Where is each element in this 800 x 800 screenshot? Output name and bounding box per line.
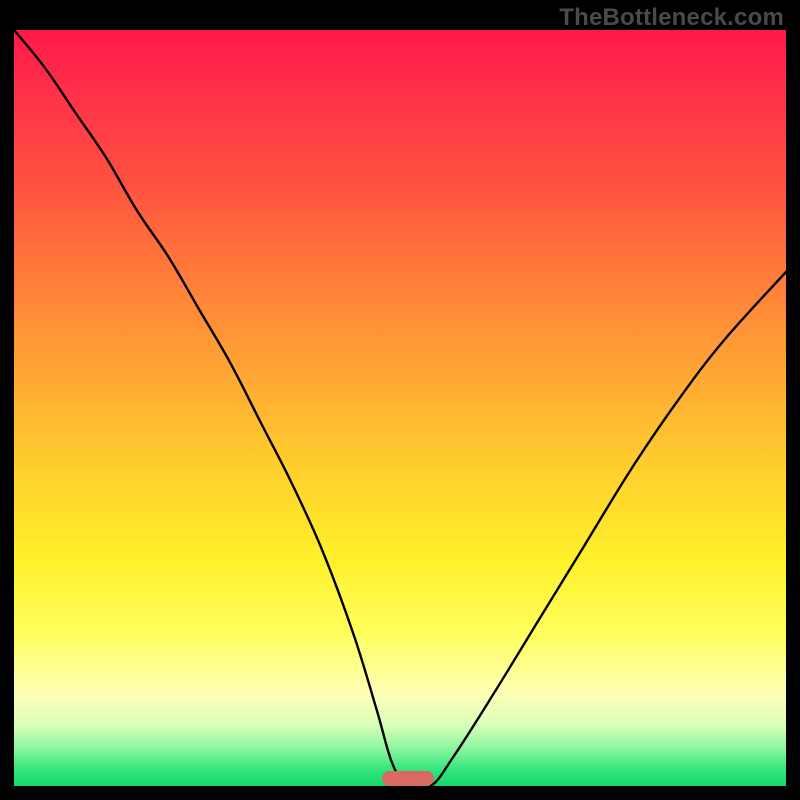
- plot-area: [14, 30, 786, 786]
- bottleneck-curve: [14, 30, 786, 786]
- optimal-marker: [382, 771, 434, 786]
- chart-frame: TheBottleneck.com: [0, 0, 800, 800]
- watermark-text: TheBottleneck.com: [559, 4, 784, 32]
